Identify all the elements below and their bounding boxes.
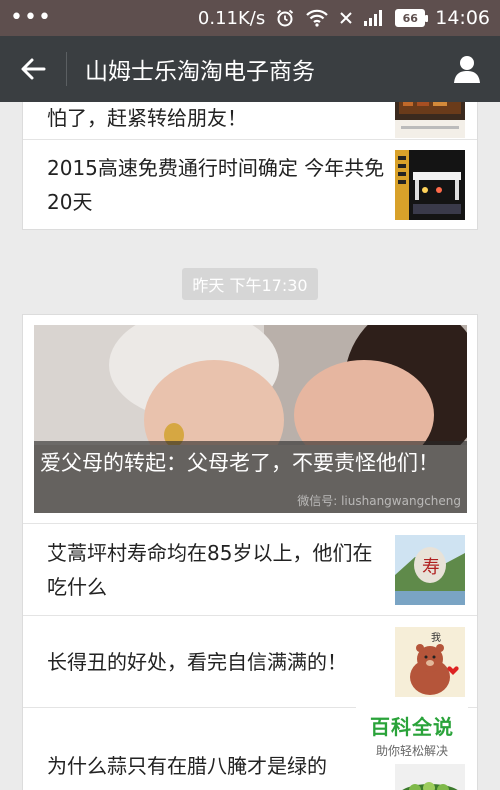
- watermark-title: 百科全说: [370, 715, 454, 739]
- hero-watermark: 微信号: liushangwangcheng: [297, 494, 461, 508]
- back-button[interactable]: [0, 36, 66, 102]
- article-title: 艾蒿坪村寿命均在85岁以上，他们在吃什么: [47, 540, 373, 599]
- article-thumbnail: [395, 102, 465, 138]
- title-divider: [66, 52, 67, 86]
- back-arrow-icon: [21, 58, 46, 80]
- wifi-icon: [305, 9, 329, 27]
- watermark-subtitle: 助你轻松解决: [375, 744, 448, 758]
- svg-text:寿: 寿: [422, 557, 440, 578]
- list-item[interactable]: 怕了，赶紧转给朋友！: [23, 102, 477, 139]
- profile-button[interactable]: [434, 36, 500, 102]
- signal-x-icon: [339, 11, 353, 25]
- list-item[interactable]: 长得丑的好处，看完自信满满的！ 我: [23, 615, 477, 707]
- page-title: 山姆士乐淘淘电子商务: [85, 59, 315, 85]
- article-title: 长得丑的好处，看完自信满满的！: [47, 649, 347, 674]
- signal-strength-icon: [363, 9, 385, 27]
- list-item[interactable]: 艾蒿坪村寿命均在85岁以上，他们在吃什么 寿: [23, 523, 477, 615]
- baike-watermark-badge: 百科全说 助你轻松解决: [356, 706, 468, 764]
- clock-time: 14:06: [435, 7, 490, 29]
- timestamp: 昨天 下午17:30: [0, 268, 500, 300]
- person-icon: [454, 56, 480, 83]
- network-speed: 0.11K/s: [197, 7, 266, 29]
- hero-article[interactable]: 爱父母的转起：父母老了，不要责怪他们！ 微信号: liushangwangche…: [34, 325, 467, 513]
- article-thumbnail: [395, 149, 465, 220]
- article-title: 为什么蒜只有在腊八腌才是绿的: [47, 753, 327, 778]
- article-card: 怕了，赶紧转给朋友！ 2015高速免费通行时间确定 今年共免20天: [22, 102, 478, 230]
- svg-text:我: 我: [431, 632, 441, 644]
- battery-icon: 66: [395, 9, 429, 27]
- article-thumbnail: 我: [395, 626, 465, 697]
- more-dots-icon: •••: [10, 5, 52, 30]
- list-item[interactable]: 2015高速免费通行时间确定 今年共免20天: [23, 139, 477, 229]
- message-list[interactable]: 怕了，赶紧转给朋友！ 2015高速免费通行时间确定 今年共免20天 昨天 下午1…: [0, 102, 500, 790]
- title-bar: 山姆士乐淘淘电子商务: [0, 36, 500, 102]
- article-title: 怕了，赶紧转给朋友！: [47, 106, 247, 130]
- article-title: 2015高速免费通行时间确定 今年共免20天: [47, 155, 385, 214]
- article-thumbnail: 寿: [395, 534, 465, 605]
- timestamp-label: 昨天 下午17:30: [182, 268, 318, 300]
- alarm-clock-icon: [275, 8, 295, 28]
- status-bar: ••• 0.11K/s 66 14:06: [0, 0, 500, 36]
